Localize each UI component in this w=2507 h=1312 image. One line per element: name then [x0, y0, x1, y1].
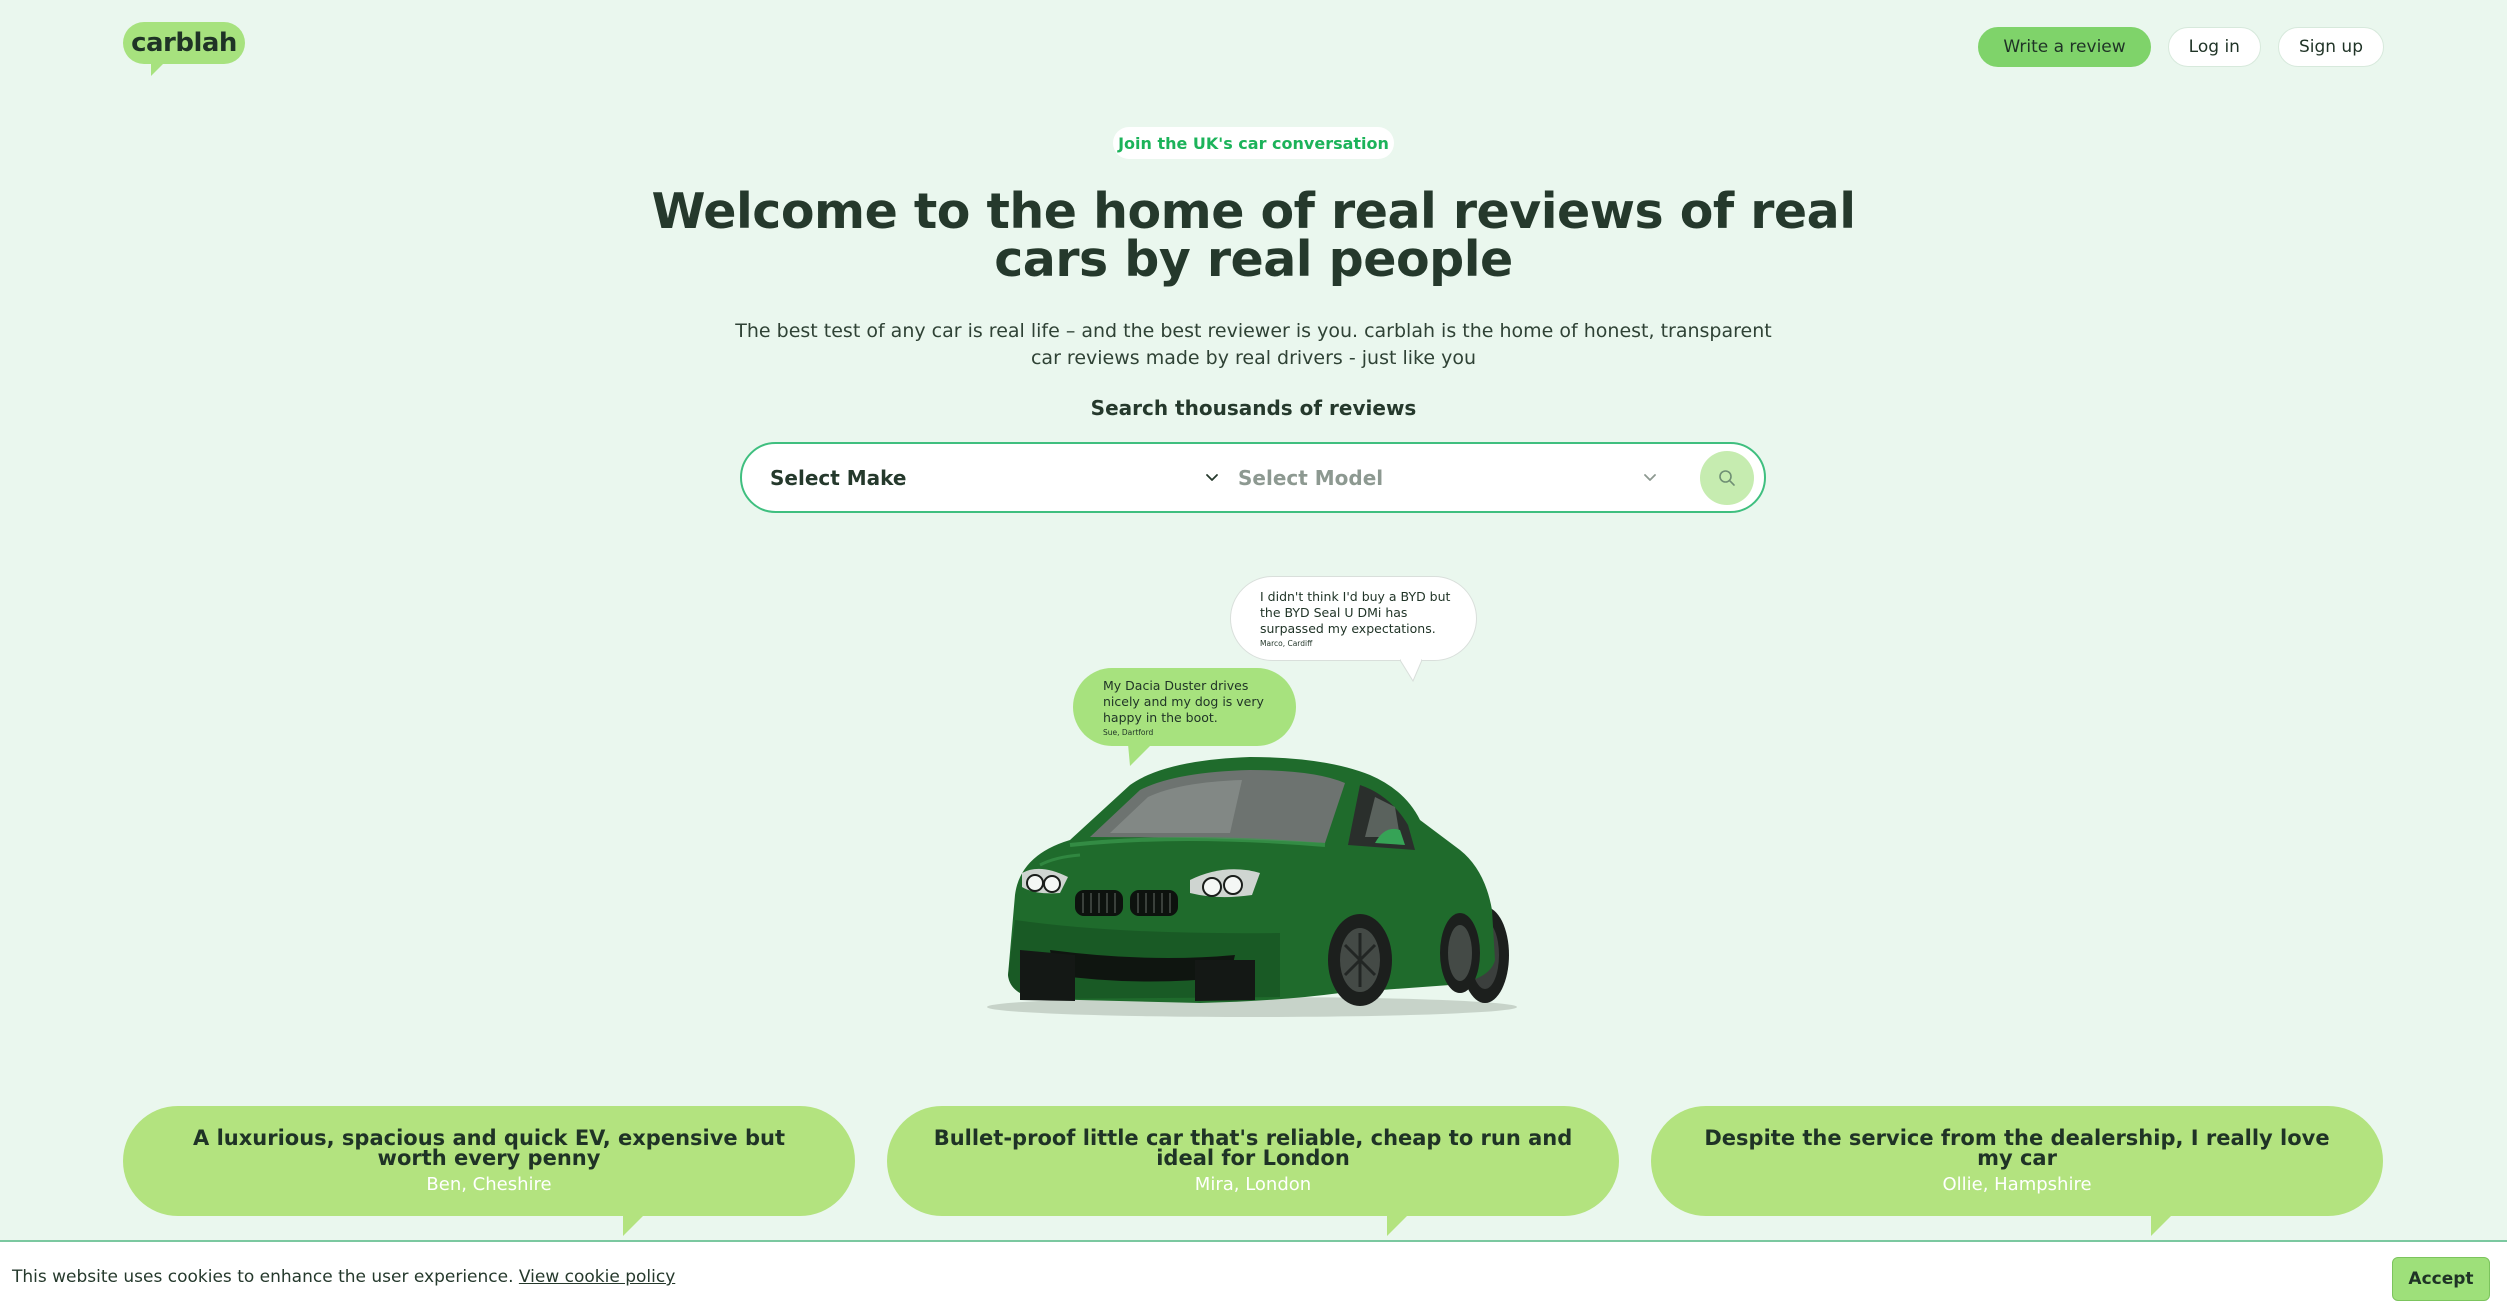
quote-bubble: My Dacia Duster drives nicely and my dog…	[1073, 668, 1296, 746]
model-select[interactable]: Select Model	[1238, 444, 1658, 511]
accept-cookies-button[interactable]: Accept	[2392, 1257, 2490, 1301]
review-title: A luxurious, spacious and quick EV, expe…	[193, 1125, 785, 1170]
hero-subtext: The best test of any car is real life – …	[735, 320, 1772, 369]
write-review-button[interactable]: Write a review	[1978, 27, 2151, 67]
model-select-label: Select Model	[1238, 465, 1384, 490]
cookie-message: This website uses cookies to enhance the…	[12, 1267, 675, 1287]
review-card[interactable]: Bullet-proof little car that's reliable,…	[887, 1106, 1619, 1216]
card-tail	[2151, 1214, 2173, 1236]
review-author: Ollie, Hampshire	[1942, 1173, 2092, 1195]
search-icon	[1719, 470, 1735, 486]
search-title: Search thousands of reviews	[1090, 396, 1417, 420]
cookie-text: This website uses cookies to enhance the…	[12, 1267, 514, 1287]
chevron-down-icon	[1644, 474, 1656, 481]
page-title: Welcome to the home of real reviews of r…	[651, 183, 1856, 288]
review-card[interactable]: A luxurious, spacious and quick EV, expe…	[123, 1106, 855, 1216]
quote-author: Marco, Cardiff	[1260, 639, 1313, 648]
sign-up-button[interactable]: Sign up	[2277, 27, 2384, 67]
card-tail	[1387, 1214, 1409, 1236]
make-select-label: Select Make	[770, 465, 907, 490]
tagline-pill: Join the UK's car conversation	[1113, 127, 1394, 159]
quote-author: Sue, Dartford	[1103, 728, 1154, 737]
search-bar: Select Make Select Model	[740, 442, 1766, 513]
quote-text: My Dacia Duster drives nicely and my dog…	[1103, 678, 1264, 725]
cookie-banner: This website uses cookies to enhance the…	[0, 1240, 2507, 1312]
quote-text: I didn't think I'd buy a BYD but the BYD…	[1260, 589, 1451, 636]
quote-bubble: I didn't think I'd buy a BYD but the BYD…	[1230, 576, 1477, 661]
review-title: Despite the service from the dealership,…	[1704, 1125, 2330, 1170]
chevron-down-icon	[1206, 474, 1218, 481]
review-card[interactable]: Despite the service from the dealership,…	[1651, 1106, 2383, 1216]
cookie-policy-link[interactable]: View cookie policy	[519, 1267, 675, 1287]
review-author: Ben, Cheshire	[426, 1173, 552, 1195]
review-title: Bullet-proof little car that's reliable,…	[933, 1125, 1573, 1170]
card-tail	[623, 1214, 645, 1236]
search-button[interactable]	[1700, 451, 1754, 505]
carblah-logo[interactable]: carblah	[123, 22, 245, 76]
make-select[interactable]: Select Make	[770, 444, 1220, 511]
bubble-tail	[1400, 659, 1422, 683]
car-illustration	[987, 757, 1517, 1017]
review-author: Mira, London	[1194, 1173, 1312, 1195]
log-in-button[interactable]: Log in	[2167, 27, 2261, 67]
logo-text: carblah	[131, 28, 237, 58]
top-nav: Write a review Log in Sign up	[1978, 27, 2384, 67]
